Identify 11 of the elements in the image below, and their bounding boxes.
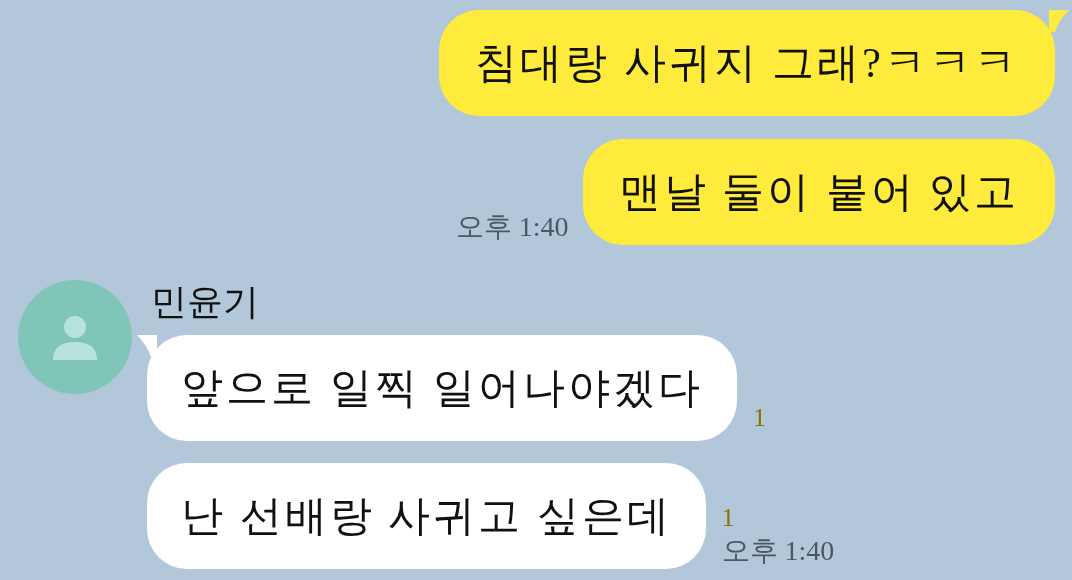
message-bubble: 난 선배랑 사귀고 싶은데 [147, 463, 706, 569]
message-time: 오후 1:40 [455, 213, 569, 241]
bubble-tail [1049, 10, 1069, 32]
message-time: 오후 1:40 [721, 537, 835, 565]
sender-name: 민윤기 [151, 284, 260, 320]
bubble-tail [137, 335, 157, 357]
unread-count: 1 [753, 405, 766, 431]
message-bubble: 침대랑 사귀지 그래?ㅋㅋㅋ [439, 10, 1055, 116]
message-bubble: 맨날 둘이 붙어 있고 [582, 139, 1055, 245]
message-bubble: 앞으로 일찍 일어나야겠다 [147, 335, 737, 441]
unread-count: 1 [721, 505, 735, 531]
